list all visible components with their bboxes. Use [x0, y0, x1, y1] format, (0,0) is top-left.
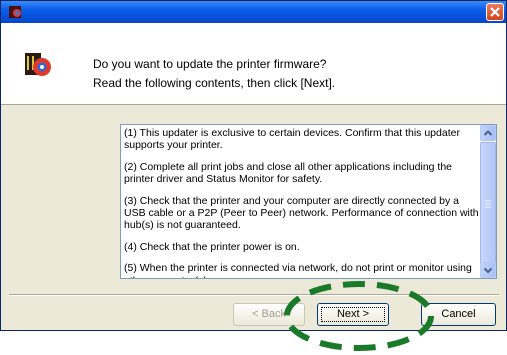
note-4: (4) Check that the printer power is on.: [124, 240, 300, 253]
firmware-update-icon: [25, 53, 51, 76]
scroll-up-button[interactable]: [480, 125, 496, 141]
update-question: Do you want to update the printer firmwa…: [93, 57, 327, 71]
scroll-down-button[interactable]: [480, 262, 496, 278]
note-5: (5) When the printer is connected via ne…: [124, 262, 472, 278]
note-3: (3) Check that the printer and your comp…: [124, 194, 479, 232]
cancel-button[interactable]: Cancel: [421, 303, 496, 326]
header-panel: Do you want to update the printer firmwa…: [1, 23, 506, 105]
button-divider: [9, 294, 499, 296]
chevron-up-icon: [483, 130, 493, 136]
close-button[interactable]: [486, 3, 504, 21]
updater-window: Do you want to update the printer firmwa…: [0, 0, 507, 351]
title-bar[interactable]: [1, 1, 506, 23]
notes-text: (1) This updater is exclusive to certain…: [124, 127, 479, 278]
app-icon: [9, 6, 21, 18]
chevron-down-icon: [483, 267, 493, 274]
instruction-text: Read the following contents, then click …: [93, 76, 336, 90]
vertical-scrollbar[interactable]: [480, 125, 496, 278]
scroll-thumb[interactable]: [480, 142, 496, 266]
grip-icon: [485, 200, 491, 208]
back-button[interactable]: < Back: [233, 303, 305, 326]
close-icon: [490, 7, 500, 17]
next-button[interactable]: Next >: [317, 303, 389, 326]
note-1: (1) This updater is exclusive to certain…: [124, 127, 460, 152]
focus-rectangle: [321, 307, 385, 322]
note-2: (2) Complete all print jobs and close al…: [124, 160, 453, 186]
notes-textbox[interactable]: (1) This updater is exclusive to certain…: [120, 124, 497, 279]
